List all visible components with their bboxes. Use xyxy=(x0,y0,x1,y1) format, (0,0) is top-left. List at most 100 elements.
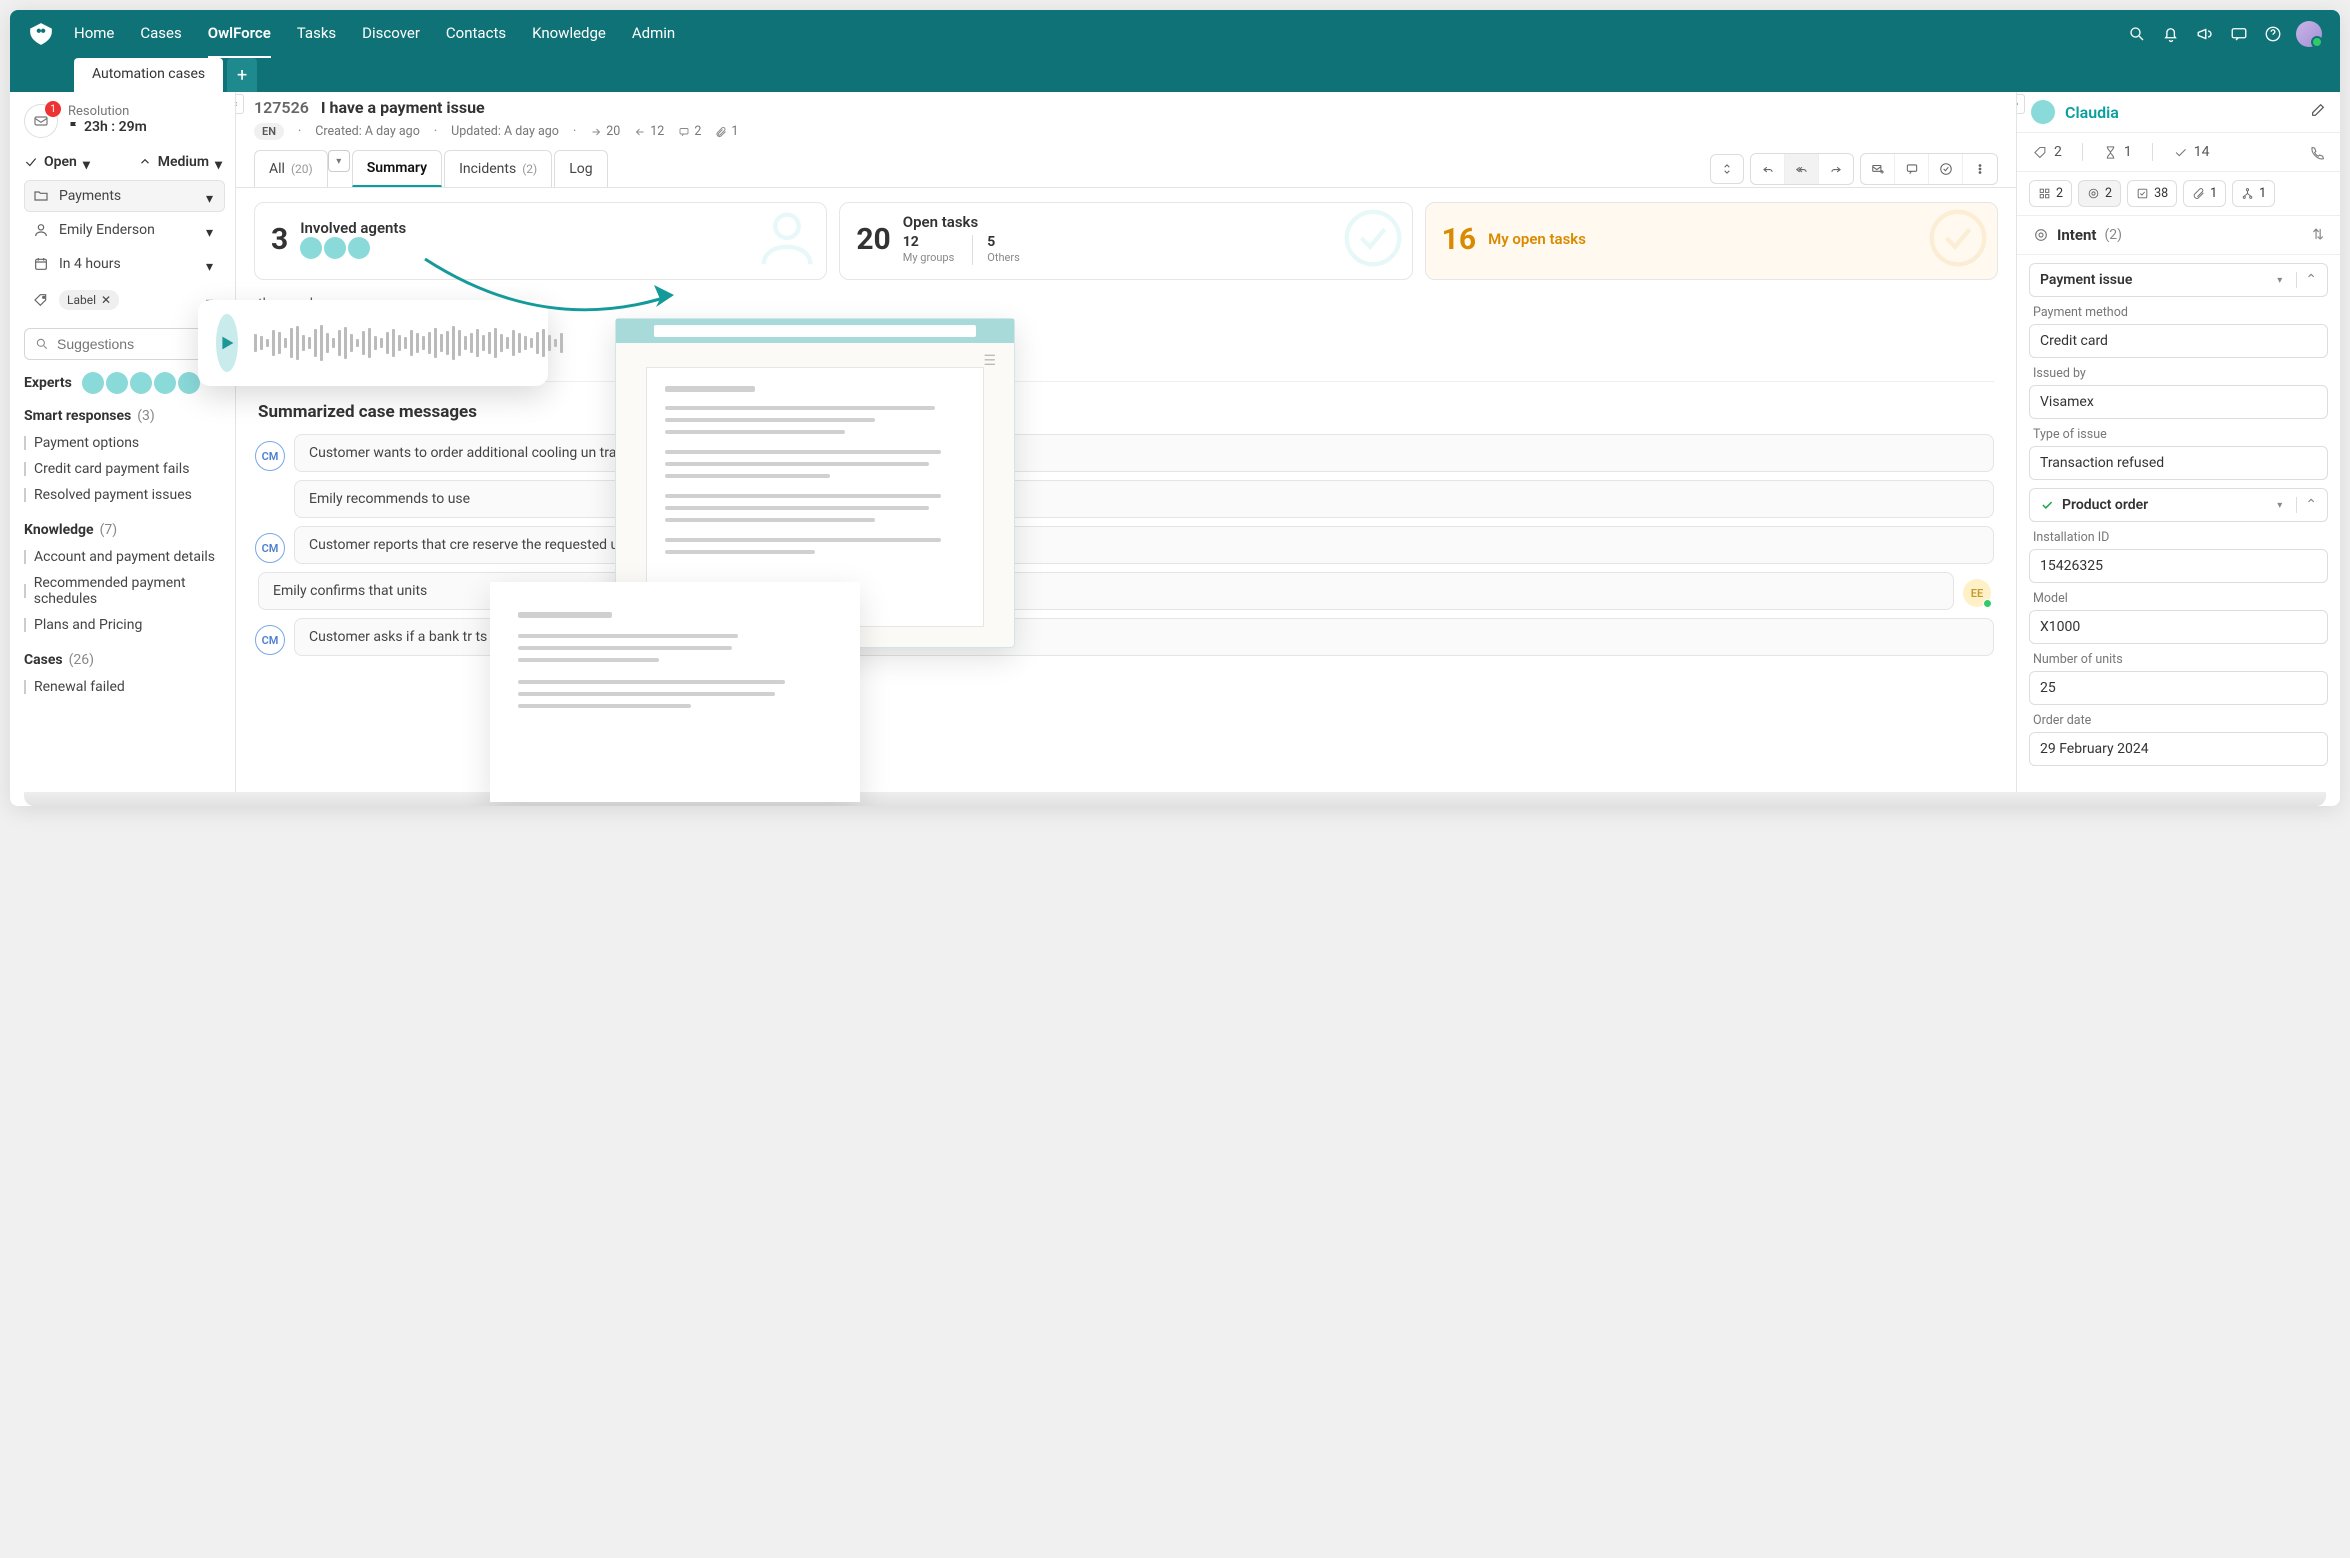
model-field[interactable]: X1000 xyxy=(2029,610,2328,644)
card-involved-agents[interactable]: 3 Involved agents xyxy=(254,202,827,280)
tab-incidents[interactable]: Incidents(2) xyxy=(444,150,552,187)
suggestions-search[interactable] xyxy=(24,328,225,360)
tab-automation-cases[interactable]: Automation cases xyxy=(74,58,223,92)
message-bubble[interactable]: Customer reports that cre reserve the re… xyxy=(294,526,1994,564)
stat-back: 12 xyxy=(634,124,664,139)
field-label: Number of units xyxy=(2033,652,2324,667)
new-mail-button[interactable] xyxy=(1861,154,1895,184)
sort-button[interactable] xyxy=(1710,154,1744,184)
rtab-tree[interactable]: 1 xyxy=(2232,180,2275,207)
installation-id-field[interactable]: 15426325 xyxy=(2029,549,2328,583)
resolution-timer: 23h : 29m xyxy=(68,119,147,135)
reply-all-button[interactable] xyxy=(1785,154,1819,184)
phone-icon[interactable] xyxy=(2309,145,2324,160)
units-field[interactable]: 25 xyxy=(2029,671,2328,705)
message-bubble[interactable]: Emily recommends to use xyxy=(294,480,1994,518)
stat-check[interactable]: 14 xyxy=(2173,144,2210,160)
experts-avatars[interactable] xyxy=(82,372,202,394)
type-of-issue-field[interactable]: Transaction refused xyxy=(2029,446,2328,480)
case-number: 127526 xyxy=(254,98,309,117)
status-toggle[interactable]: Open ▾ xyxy=(24,154,93,170)
suggestions-input[interactable] xyxy=(57,336,214,352)
rtab-attach[interactable]: 1 xyxy=(2183,180,2226,207)
tab-all-caret[interactable]: ▾ xyxy=(328,150,350,172)
knowledge-item[interactable]: Recommended payment schedules xyxy=(24,570,225,612)
smart-response-item[interactable]: Payment options xyxy=(24,430,225,456)
search-icon[interactable] xyxy=(2120,17,2154,51)
collapse-right-button[interactable]: › xyxy=(2016,94,2025,114)
label-select[interactable]: Label✕ ▾ xyxy=(24,282,225,318)
nav-knowledge[interactable]: Knowledge xyxy=(532,10,606,58)
hamburger-icon[interactable]: ☰ xyxy=(983,353,996,369)
knowledge-item[interactable]: Plans and Pricing xyxy=(24,612,225,638)
stat-tag[interactable]: 2 xyxy=(2033,144,2062,160)
mail-icon[interactable]: 1 xyxy=(24,104,58,138)
stat-attachments: 1 xyxy=(715,124,738,139)
chevron-up-icon[interactable]: ⌃ xyxy=(2296,272,2317,288)
collapse-left-button[interactable]: ‹ xyxy=(236,94,244,114)
assignee-select[interactable]: Emily Enderson▾ xyxy=(24,214,225,246)
payment-method-field[interactable]: Credit card xyxy=(2029,324,2328,358)
due-select[interactable]: In 4 hours▾ xyxy=(24,248,225,280)
intent-select[interactable]: Payment issue▾⌃ xyxy=(2029,263,2328,297)
field-label: Issued by xyxy=(2033,366,2324,381)
related-case-item[interactable]: Renewal failed xyxy=(24,674,225,700)
category-select[interactable]: Payments▾ xyxy=(24,180,225,212)
card-my-open-tasks[interactable]: 16 My open tasks xyxy=(1425,202,1998,280)
nav-discover[interactable]: Discover xyxy=(362,10,420,58)
tab-summary[interactable]: Summary xyxy=(352,150,442,187)
smart-responses-heading: Smart responses xyxy=(24,408,131,424)
play-button[interactable] xyxy=(216,314,238,372)
expand-collapse-icon[interactable]: ⇅ xyxy=(2312,227,2324,243)
stat-hourglass[interactable]: 1 xyxy=(2103,144,2132,160)
comment-button[interactable] xyxy=(1895,154,1929,184)
edit-icon[interactable] xyxy=(2310,102,2326,122)
lang-chip[interactable]: EN xyxy=(254,123,284,140)
intent-heading: Intent xyxy=(2057,226,2096,244)
smart-response-item[interactable]: Credit card payment fails xyxy=(24,456,225,482)
card-open-tasks[interactable]: 20 Open tasks 12My groups 5Others xyxy=(839,202,1412,280)
app-logo-icon xyxy=(28,21,54,47)
nav-home[interactable]: Home xyxy=(74,10,114,58)
mail-badge: 1 xyxy=(45,101,61,117)
rtab-check[interactable]: 38 xyxy=(2127,180,2177,207)
waveform[interactable] xyxy=(254,321,563,365)
knowledge-item[interactable]: Account and payment details xyxy=(24,544,225,570)
contact-name[interactable]: Claudia xyxy=(2065,103,2119,122)
nav-owlforce[interactable]: OwlForce xyxy=(208,10,271,58)
nav-cases[interactable]: Cases xyxy=(140,10,181,58)
tab-log[interactable]: Log xyxy=(554,150,607,187)
priority-toggle[interactable]: Medium ▾ xyxy=(138,154,225,170)
tab-all[interactable]: All(20) xyxy=(254,150,328,187)
contact-avatar[interactable] xyxy=(2031,100,2055,124)
tab-strip: Automation cases + xyxy=(10,58,2340,92)
reply-button[interactable] xyxy=(1751,154,1785,184)
more-button[interactable] xyxy=(1963,154,1997,184)
chevron-up-icon[interactable]: ⌃ xyxy=(2296,497,2317,513)
field-label: Type of issue xyxy=(2033,427,2324,442)
agent-avatar: EE xyxy=(1963,579,1991,607)
message-bubble[interactable]: Customer wants to order additional cooli… xyxy=(294,434,1994,472)
nav-admin[interactable]: Admin xyxy=(632,10,675,58)
right-panel: › Claudia 2 1 14 2 2 38 1 1 xyxy=(2016,92,2340,792)
tab-add-button[interactable]: + xyxy=(227,58,257,92)
megaphone-icon[interactable] xyxy=(2188,17,2222,51)
order-date-field[interactable]: 29 February 2024 xyxy=(2029,732,2328,766)
smart-response-item[interactable]: Resolved payment issues xyxy=(24,482,225,508)
rtab-target[interactable]: 2 xyxy=(2078,180,2121,207)
issued-by-field[interactable]: Visamex xyxy=(2029,385,2328,419)
help-icon[interactable] xyxy=(2256,17,2290,51)
rtab-grid[interactable]: 2 xyxy=(2029,180,2072,207)
bell-icon[interactable] xyxy=(2154,17,2188,51)
forward-button[interactable] xyxy=(1819,154,1853,184)
nav-tasks[interactable]: Tasks xyxy=(297,10,336,58)
product-order-select[interactable]: Product order▾⌃ xyxy=(2029,488,2328,522)
knowledge-heading: Knowledge xyxy=(24,522,94,538)
approve-button[interactable] xyxy=(1929,154,1963,184)
user-avatar[interactable] xyxy=(2296,21,2322,47)
nav-contacts[interactable]: Contacts xyxy=(446,10,506,58)
chat-icon[interactable] xyxy=(2222,17,2256,51)
field-label: Order date xyxy=(2033,713,2324,728)
field-label: Model xyxy=(2033,591,2324,606)
label-remove-icon[interactable]: ✕ xyxy=(101,293,111,307)
